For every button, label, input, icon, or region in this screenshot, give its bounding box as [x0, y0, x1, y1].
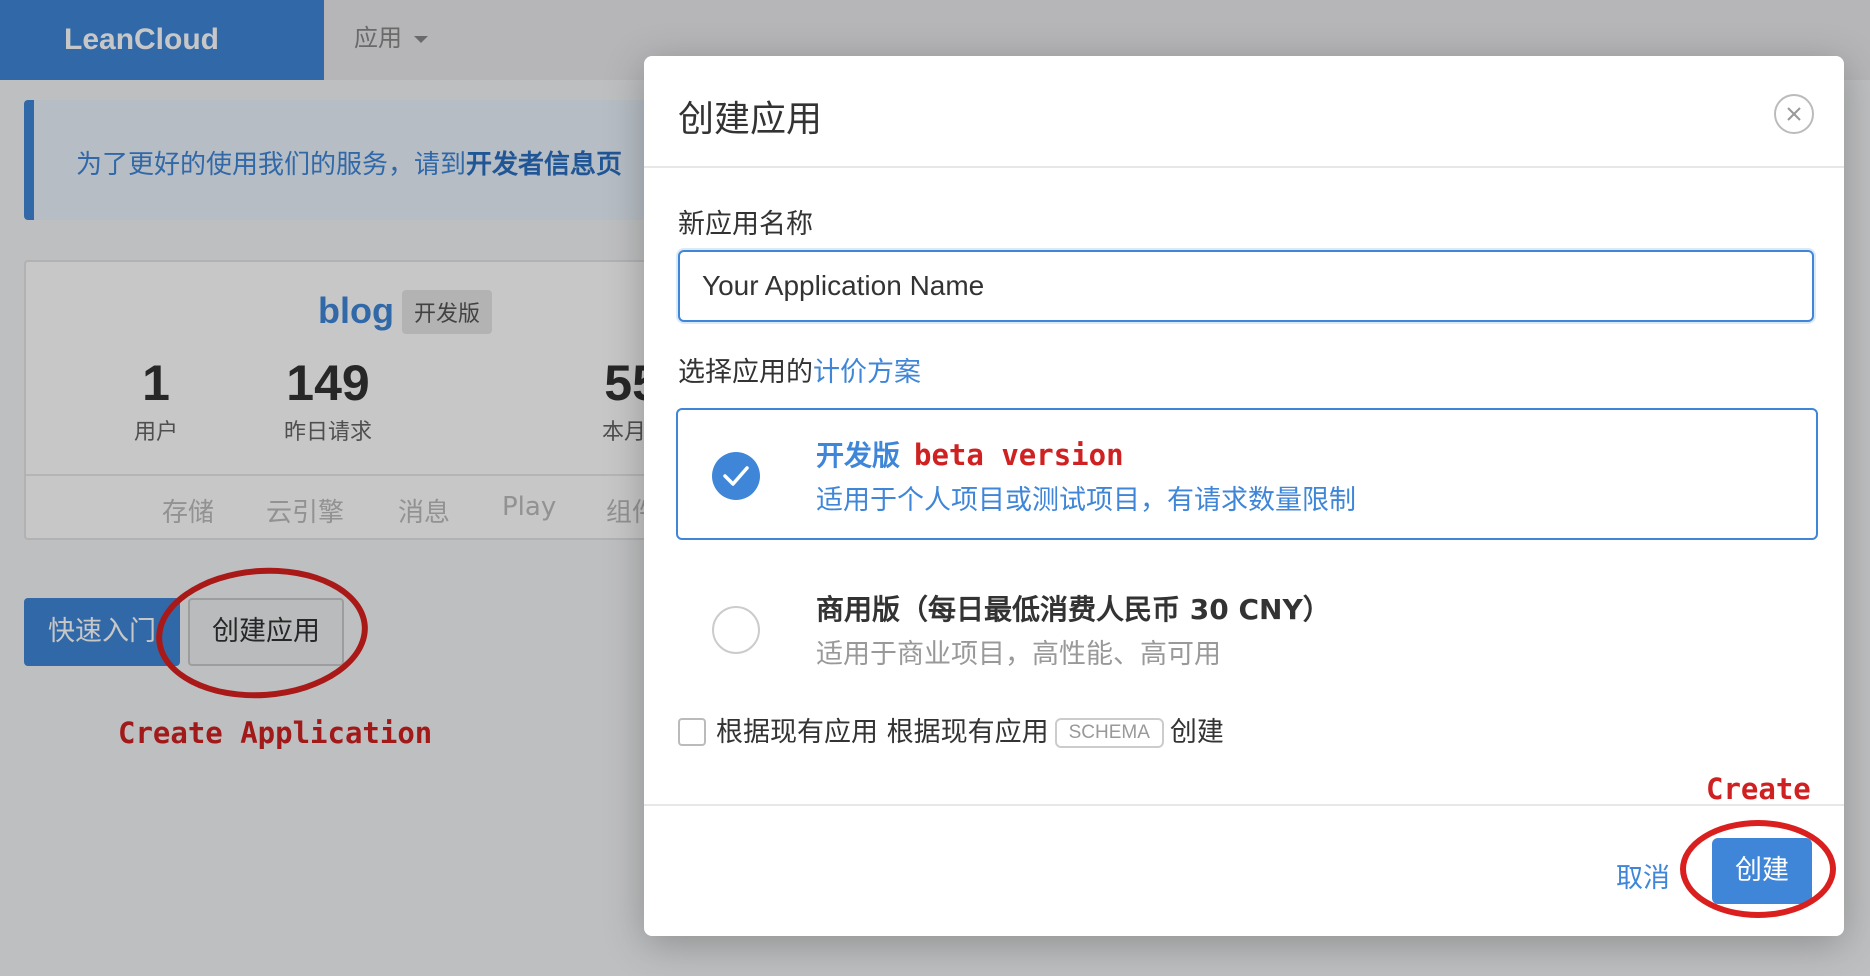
- schema-option[interactable]: 根据现有应用 根据现有应用 SCHEMA 创建: [678, 710, 1224, 750]
- annotation-create: Create: [1706, 772, 1811, 806]
- close-icon: [1787, 107, 1801, 121]
- radio-unchecked[interactable]: [712, 606, 760, 654]
- plan-option-dev[interactable]: 开发版 beta version 适用于个人项目或测试项目，有请求数量限制: [676, 408, 1818, 540]
- plan-title-text: 开发版: [816, 439, 901, 472]
- modal-header: 创建应用: [644, 56, 1844, 168]
- plan-title: 开发版 beta version: [816, 434, 1124, 474]
- pricing-label: 选择应用的计价方案: [678, 350, 921, 389]
- schema-badge: SCHEMA: [1054, 718, 1164, 748]
- annotation-circle: [1680, 820, 1836, 918]
- plan-description: 适用于商业项目，高性能、高可用: [816, 639, 1221, 670]
- cancel-button[interactable]: 取消: [1616, 856, 1670, 895]
- schema-checkbox[interactable]: [678, 718, 706, 746]
- plan-option-business[interactable]: 商用版（每日最低消费人民币 30 CNY） 适用于商业项目，高性能、高可用: [676, 562, 1818, 694]
- plan-title: 商用版（每日最低消费人民币 30 CNY）: [816, 593, 1331, 626]
- modal-footer-divider: [644, 804, 1844, 806]
- check-icon: [723, 466, 749, 486]
- create-app-modal: 创建应用 新应用名称 选择应用的计价方案 开发版 beta version 适用于…: [644, 56, 1844, 936]
- schema-option-suffix: 创建: [1169, 717, 1224, 748]
- radio-checked[interactable]: [712, 452, 760, 500]
- schema-option-prefix: 根据现有应用 根据现有应用: [716, 717, 1049, 748]
- pricing-prefix: 选择应用的: [678, 357, 813, 388]
- app-name-input[interactable]: [678, 250, 1814, 322]
- app-name-label: 新应用名称: [678, 209, 813, 240]
- annotation-beta-version: beta version: [914, 438, 1124, 472]
- modal-title: 创建应用: [678, 99, 823, 140]
- close-button[interactable]: [1774, 94, 1814, 134]
- plan-description: 适用于个人项目或测试项目，有请求数量限制: [816, 485, 1356, 516]
- pricing-plan-link[interactable]: 计价方案: [813, 357, 921, 388]
